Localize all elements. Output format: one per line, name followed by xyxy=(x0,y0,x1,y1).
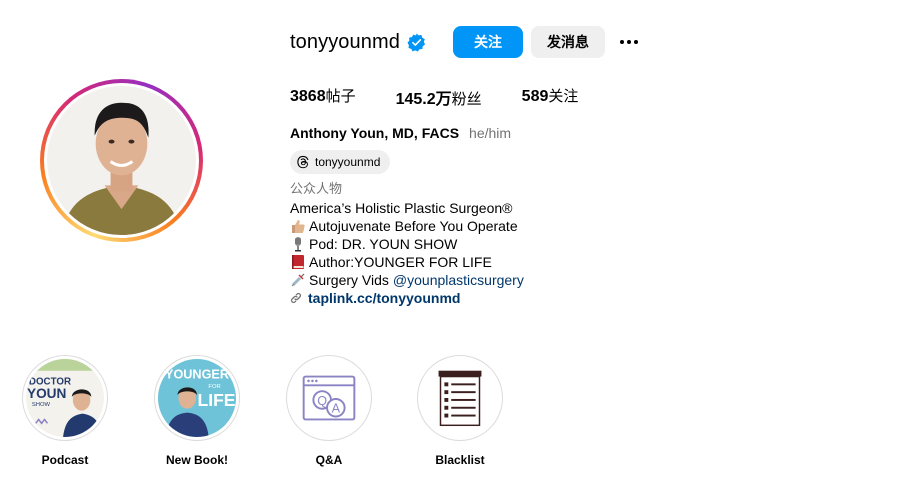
bio-line-5: Surgery Vids xyxy=(309,272,389,288)
external-link-text: taplink.cc/tonyyounmd xyxy=(308,290,461,306)
bio-line-2: Autojuvenate Before You Operate xyxy=(309,218,518,234)
podcast-art-word-2: YOUN xyxy=(27,386,66,401)
qa-window-icon: Q A xyxy=(290,359,368,437)
highlight-cover-podcast: DOCTOR YOUN SHOW xyxy=(26,359,104,437)
threads-handle: tonyyounmd xyxy=(315,155,381,169)
followers-stat[interactable]: 145.2万粉丝 xyxy=(396,85,482,109)
highlight-cover-frame xyxy=(417,355,503,441)
bio-line: America’s Holistic Plastic Surgeon® xyxy=(290,199,524,217)
following-count: 589 xyxy=(521,88,549,105)
story-highlights: DOCTOR YOUN SHOW Podcast YOUNGER FOR LIF… xyxy=(0,355,912,485)
book-art-word-1: YOUNGER xyxy=(165,368,229,382)
profile-header: tonyyounmd 关注 发消息 xyxy=(290,26,641,58)
name-row: Anthony Youn, MD, FACS he/him xyxy=(290,125,511,141)
podcast-art-word-3: SHOW xyxy=(32,402,51,408)
more-options-icon[interactable] xyxy=(617,30,641,54)
external-link[interactable]: taplink.cc/tonyyounmd xyxy=(290,289,524,307)
highlight-label: Podcast xyxy=(41,453,89,467)
pronouns: he/him xyxy=(469,125,512,141)
full-name: Anthony Youn, MD, FACS xyxy=(290,125,460,141)
profile-avatar-ring[interactable] xyxy=(40,79,203,242)
bio-line-3: Pod: DR. YOUN SHOW xyxy=(309,236,458,252)
syringe-emoji-icon xyxy=(291,273,305,287)
microphone-emoji-icon xyxy=(295,237,301,252)
bio-line: Surgery Vids @younplasticsurgery xyxy=(290,271,524,289)
book-art-word-3: LIFE xyxy=(197,390,235,410)
following-stat[interactable]: 589关注 xyxy=(522,85,579,109)
bio-category: 公众人物 xyxy=(290,182,343,197)
bio-line: Pod: DR. YOUN SHOW xyxy=(290,235,524,253)
bio-line-4: Author:YOUNGER FOR LIFE xyxy=(309,254,492,270)
message-button[interactable]: 发消息 xyxy=(530,26,605,58)
posts-label: 帖子 xyxy=(325,87,356,105)
posts-count: 3868 xyxy=(290,88,326,105)
highlight-podcast[interactable]: DOCTOR YOUN SHOW Podcast xyxy=(20,355,110,467)
posts-stat: 3868帖子 xyxy=(290,85,356,109)
bio-line-1: America’s Holistic Plastic Surgeon® xyxy=(290,200,513,216)
qa-art-letter-2: A xyxy=(332,402,341,416)
highlight-label: Q&A xyxy=(315,453,343,467)
following-label: 关注 xyxy=(548,87,579,105)
mention-link[interactable]: @younplasticsurgery xyxy=(393,271,524,289)
highlight-new-book[interactable]: YOUNGER FOR LIFE New Book! xyxy=(152,355,242,467)
threads-link[interactable]: tonyyounmd xyxy=(290,150,391,174)
follow-button[interactable]: 关注 xyxy=(452,26,523,58)
username: tonyyounmd xyxy=(290,30,400,53)
highlight-cover-frame: YOUNGER FOR LIFE xyxy=(154,355,240,441)
checklist-icon xyxy=(421,359,499,437)
thumbs-up-emoji-icon xyxy=(292,220,305,233)
bio: 公众人物 America’s Holistic Plastic Surgeon®… xyxy=(290,181,524,307)
highlight-cover-frame: Q A xyxy=(286,355,372,441)
bio-line: Autojuvenate Before You Operate xyxy=(290,217,524,235)
highlight-label: New Book! xyxy=(165,453,228,467)
qa-art-letter-1: Q xyxy=(317,394,327,408)
followers-label: 粉丝 xyxy=(451,90,482,108)
avatar-inner xyxy=(44,83,199,238)
highlight-blacklist[interactable]: Blacklist xyxy=(415,355,505,467)
avatar xyxy=(47,86,196,235)
highlight-qa[interactable]: Q A Q&A xyxy=(284,355,374,467)
highlight-cover-frame: DOCTOR YOUN SHOW xyxy=(22,355,108,441)
highlight-cover-book: YOUNGER FOR LIFE xyxy=(158,359,236,437)
profile-stats: 3868帖子 145.2万粉丝 589关注 xyxy=(290,85,618,109)
link-icon xyxy=(291,293,301,303)
followers-count: 145.2万 xyxy=(395,91,452,108)
highlight-label: Blacklist xyxy=(435,453,485,467)
verified-badge-icon xyxy=(407,32,426,52)
book-emoji-icon xyxy=(292,255,304,269)
threads-icon xyxy=(297,155,309,169)
bio-line: Author:YOUNGER FOR LIFE xyxy=(290,253,524,271)
